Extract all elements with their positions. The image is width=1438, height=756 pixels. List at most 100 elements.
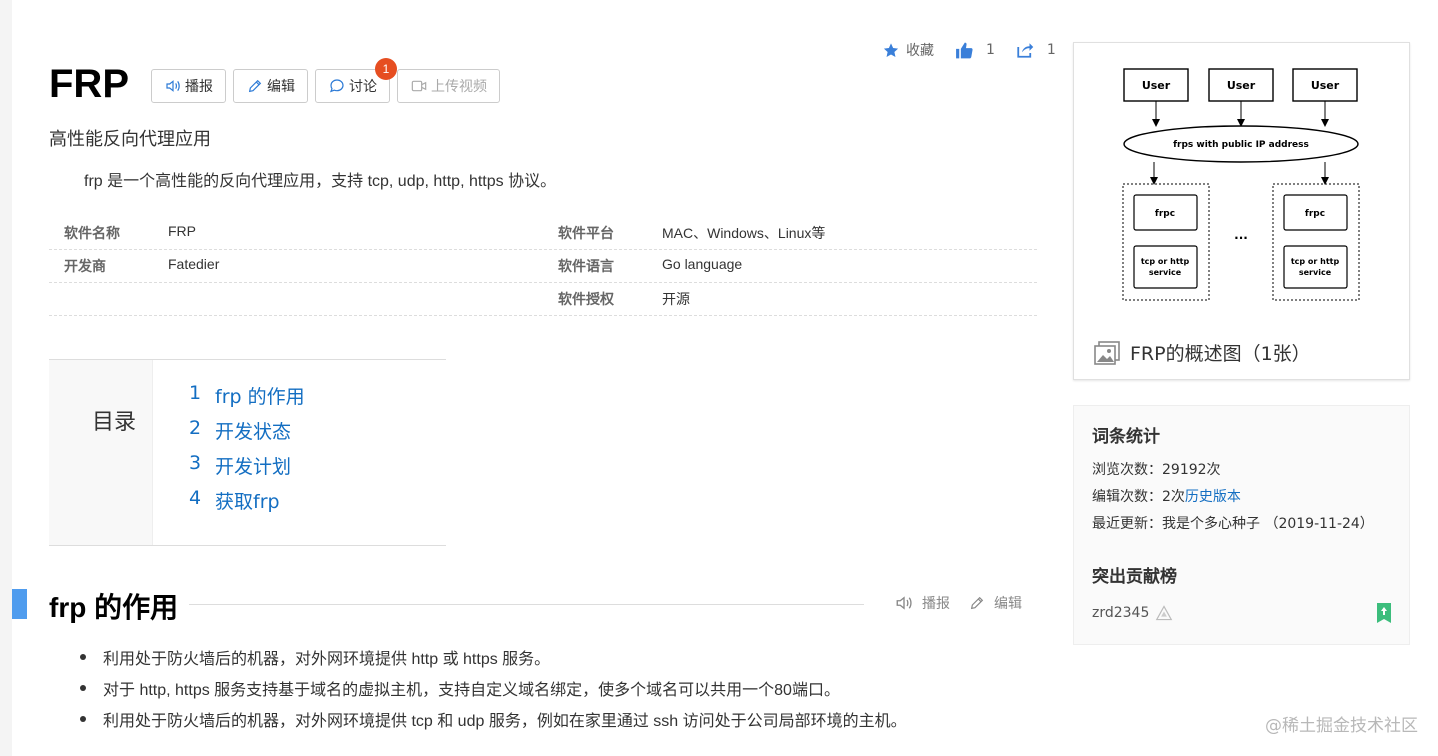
overview-album[interactable]: User User User frps with public IP addre… [1073,42,1410,380]
list-item: 利用处于防火墙后的机器，对外网环境提供 tcp 和 udp 服务，例如在家里通过… [80,703,907,734]
toc-list: 1 frp 的作用 2 开发状态 3 开发计划 4 获取frp [153,360,305,545]
discuss-count-badge: 1 [375,58,397,80]
views-line: 浏览次数：29192次 [1092,459,1391,486]
share-icon [1017,43,1034,58]
updated-label: 最近更新： [1092,516,1162,532]
edits-label: 编辑次数： [1092,489,1162,505]
service-label: tcp or http [1291,257,1340,266]
user-label: User [1227,79,1256,92]
toc-label: 开发状态 [215,421,292,443]
edit-label: 编辑 [267,79,295,95]
frpc-label: frpc [1155,209,1175,219]
section-divider [189,604,864,605]
list-item: 对于 http, https 服务支持基于域名的虚拟主机，支持自定义域名绑定，使… [80,672,907,703]
views-value: 29192次 [1162,462,1221,478]
gallery-icon [1094,340,1120,365]
title-toolbar: 播报 编辑 讨论 1 上传视频 [151,58,507,103]
share-count: 1 [1046,42,1056,58]
page-subtitle: 高性能反向代理应用 [49,129,211,150]
section-bullet-list: 利用处于防火墙后的机器，对外网环境提供 http 或 https 服务。 对于 … [80,641,907,734]
service-label: tcp or http [1141,257,1190,266]
edit-button[interactable]: 编辑 [233,69,308,103]
service-label: service [1149,268,1182,277]
service-box [1133,245,1198,289]
thumbs-up-icon [956,42,973,58]
bookmark-badge-icon [1377,603,1391,623]
updated-line: 最近更新：我是个多心种子 （2019-11-24） [1092,513,1391,540]
info-value: FRP [168,223,196,239]
info-key: 软件语言 [558,258,614,274]
contributor-name: zrd2345 [1092,605,1150,621]
section-broadcast-label: 播报 [922,596,950,612]
basic-info-table: 软件名称 FRP 软件平台 MAC、Windows、Linux等 开发商 Fatedi… [49,217,1037,316]
page-title: FRP [49,62,129,106]
frp-architecture-diagram: User User User frps with public IP addre… [1122,68,1360,301]
section-accent-bar [12,589,27,619]
entry-stats-panel: 词条统计 浏览次数：29192次 编辑次数：2次历史版本 最近更新：我是个多心种… [1073,405,1410,645]
broadcast-label: 播报 [185,79,213,95]
speaker-icon [166,80,180,92]
frpc-label: frpc [1305,209,1325,219]
toc-item[interactable]: 3 开发计划 [189,452,305,487]
toc-number: 1 [189,382,202,404]
stats-title: 词条统计 [1092,427,1160,447]
toc-item[interactable]: 2 开发状态 [189,417,305,452]
info-row: 软件授权 开源 [49,283,1037,316]
info-key: 开发商 [64,258,106,274]
section-broadcast-button[interactable]: 播报 [894,593,950,613]
speaker-icon [896,596,912,610]
info-value: Fatedier [168,256,220,272]
pencil-icon [970,596,984,610]
level-triangle-icon [1156,605,1173,621]
watermark: @稀土掘金技术社区 [1265,716,1418,736]
contrib-title: 突出贡献榜 [1092,567,1177,587]
views-label: 浏览次数： [1092,462,1162,478]
user-label: User [1311,79,1340,92]
summary-text: frp 是一个高性能的反向代理应用，支持 tcp, udp, http, htt… [84,173,557,190]
like-button[interactable]: 1 [954,41,995,60]
page: 收藏 1 1 FRP 播报 编辑 讨论 1 上传视频 高性能反向代理应用 frp… [12,0,1438,756]
like-count: 1 [986,42,995,58]
service-box [1283,245,1348,289]
toc-item[interactable]: 4 获取frp [189,487,305,522]
favorite-label: 收藏 [906,43,934,59]
service-label: service [1299,268,1332,277]
toc-number: 2 [189,417,202,439]
discuss-label: 讨论 [349,79,377,95]
star-icon [883,42,899,57]
album-caption[interactable]: FRP的概述图（1张） [1094,339,1311,366]
info-value: Go language [662,256,743,272]
share-button[interactable]: 1 [1015,41,1056,59]
section-title: frp 的作用 [49,592,179,623]
section-actions: 播报 编辑 [894,593,1040,613]
toc-number: 3 [189,452,202,474]
contributor[interactable]: zrd2345 [1092,605,1173,621]
info-row: 开发商 Fatedier 软件语言 Go language [49,250,1037,283]
ellipsis-label: ... [1234,228,1248,242]
toc-item[interactable]: 1 frp 的作用 [189,382,305,417]
edits-line: 编辑次数：2次历史版本 [1092,486,1391,513]
toc-label: frp 的作用 [215,386,305,408]
section-edit-label: 编辑 [994,596,1022,612]
speech-bubble-icon [329,79,344,93]
broadcast-button[interactable]: 播报 [151,69,226,103]
info-key: 软件授权 [558,291,614,307]
info-value: 开源 [662,291,690,307]
section-edit-button[interactable]: 编辑 [968,593,1022,613]
video-icon [411,80,427,92]
updated-value: 我是个多心种子 （2019-11-24） [1162,516,1374,532]
upload-video-label: 上传视频 [431,79,487,95]
toc-number: 4 [189,487,202,509]
history-version-link[interactable]: 历史版本 [1185,489,1241,505]
list-item: 利用处于防火墙后的机器，对外网环境提供 http 或 https 服务。 [80,641,907,672]
info-row: 软件名称 FRP 软件平台 MAC、Windows、Linux等 [49,217,1037,250]
toc-label: 开发计划 [215,456,292,478]
favorite-button[interactable]: 收藏 [882,40,934,60]
top-actions: 收藏 1 1 [882,40,1076,60]
frps-label: frps with public IP address [1173,140,1309,150]
info-key: 软件名称 [64,225,120,241]
discuss-button[interactable]: 讨论 1 [315,58,397,103]
info-value: MAC、Windows、Linux等 [662,225,826,241]
upload-video-button[interactable]: 上传视频 [397,69,500,103]
album-caption-text: FRP的概述图（1张） [1130,343,1311,365]
